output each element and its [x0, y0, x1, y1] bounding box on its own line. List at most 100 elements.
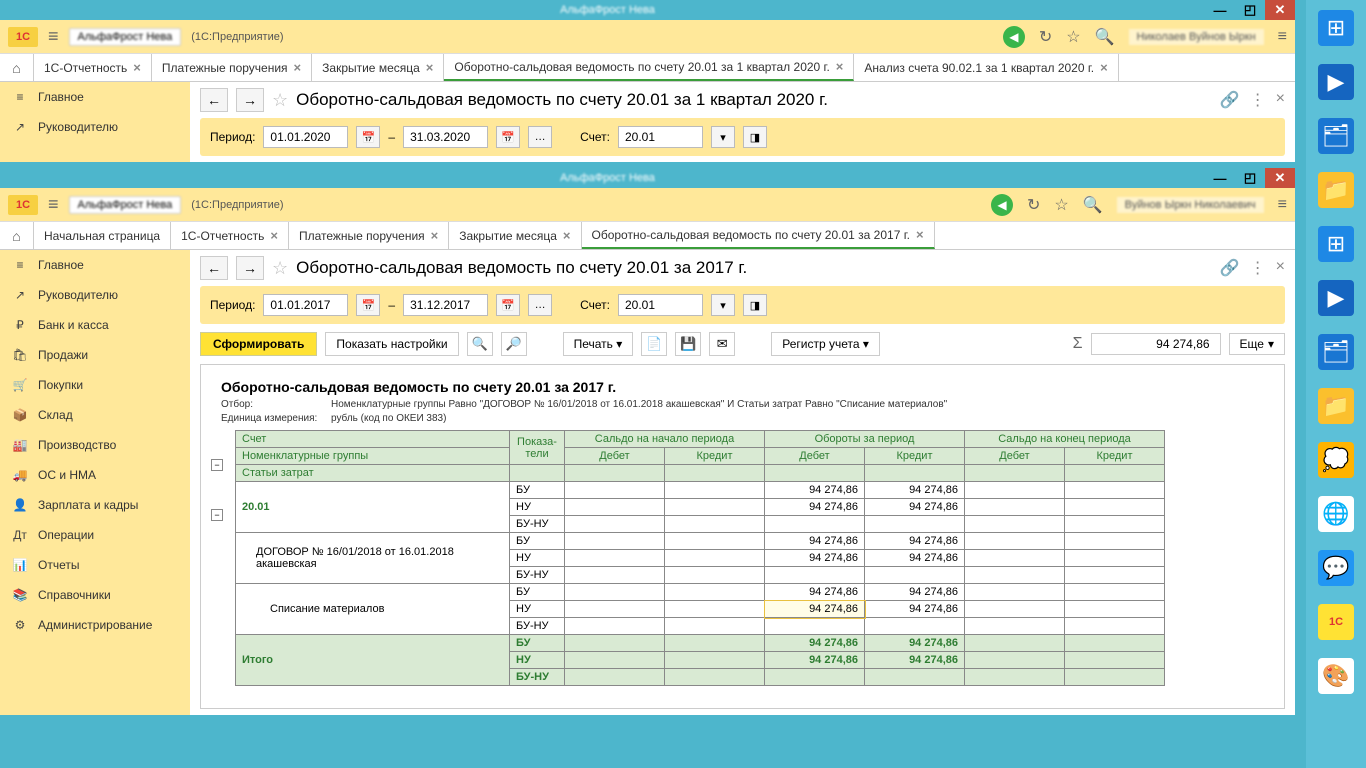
tab-active[interactable]: Оборотно-сальдовая ведомость по счету 20… — [444, 54, 854, 81]
link-icon[interactable]: 🔗 — [1220, 258, 1240, 278]
search-adv-icon[interactable]: 🔎 — [501, 332, 527, 356]
tab[interactable]: 1С-Отчетность× — [34, 54, 152, 81]
open-icon[interactable]: ◨ — [743, 126, 767, 148]
period-select-button[interactable]: … — [528, 126, 552, 148]
org-name[interactable]: АльфаФрост Нева — [69, 28, 182, 46]
more-icon[interactable]: ⋮ — [1250, 90, 1266, 110]
sidebar-item[interactable]: ↗Руководителю — [0, 280, 190, 310]
search-icon[interactable]: 🔍 — [1095, 27, 1115, 47]
date-to-input[interactable]: 31.03.2020 — [403, 126, 488, 148]
desktop-icon[interactable]: 🗂 — [1318, 118, 1354, 154]
report-grid[interactable]: СчетПоказа- телиСальдо на начало периода… — [235, 430, 1165, 686]
date-from-input[interactable]: 01.01.2017 — [263, 294, 348, 316]
desktop-icon[interactable]: 🎨 — [1318, 658, 1354, 694]
tab[interactable]: Платежные поручения× — [289, 222, 449, 249]
nav-fwd-button[interactable]: → — [236, 88, 264, 112]
search-icon[interactable]: 🔍 — [467, 332, 493, 356]
menu-icon[interactable]: ≡ — [48, 194, 59, 215]
desktop-icon[interactable]: ▶ — [1318, 280, 1354, 316]
user-name[interactable]: Вуйнов Ыркн Николаевич — [1117, 197, 1264, 213]
sidebar-item-main[interactable]: ≡Главное — [0, 82, 190, 112]
dropdown-icon[interactable]: ▾ — [711, 126, 735, 148]
close-icon[interactable]: × — [426, 60, 434, 75]
sidebar-item[interactable]: 🛍Продажи — [0, 340, 190, 370]
calendar-icon[interactable]: 📅 — [496, 294, 520, 316]
tree-collapse-icon[interactable]: − — [211, 459, 223, 471]
titlebar[interactable]: АльфаФрост Нева — ◰ ✕ — [0, 0, 1295, 20]
sidebar-item-manager[interactable]: ↗Руководителю — [0, 112, 190, 142]
close-button[interactable]: ✕ — [1265, 0, 1295, 20]
desktop-icon[interactable]: 📁 — [1318, 388, 1354, 424]
sidebar-item[interactable]: ₽Банк и касса — [0, 310, 190, 340]
account-input[interactable]: 20.01 — [618, 126, 703, 148]
bell-icon[interactable]: ◀ — [1003, 26, 1025, 48]
nav-fwd-button[interactable]: → — [236, 256, 264, 280]
sidebar-item[interactable]: ДтОперации — [0, 520, 190, 550]
print-button[interactable]: Печать ▾ — [563, 332, 634, 356]
minimize-button[interactable]: — — [1205, 0, 1235, 20]
calendar-icon[interactable]: 📅 — [496, 126, 520, 148]
close-button[interactable]: ✕ — [1265, 168, 1295, 188]
sidebar-item[interactable]: 📚Справочники — [0, 580, 190, 610]
close-icon[interactable]: × — [836, 59, 844, 74]
close-icon[interactable]: × — [1100, 60, 1108, 75]
link-icon[interactable]: 🔗 — [1220, 90, 1240, 110]
maximize-button[interactable]: ◰ — [1235, 0, 1265, 20]
save-icon[interactable]: 💾 — [675, 332, 701, 356]
sidebar-item[interactable]: 📦Склад — [0, 400, 190, 430]
home-tab[interactable]: ⌂ — [0, 222, 34, 249]
desktop-icon[interactable]: ▶ — [1318, 64, 1354, 100]
tab[interactable]: Закрытие месяца× — [449, 222, 581, 249]
favorite-icon[interactable]: ☆ — [272, 258, 288, 279]
dropdown-icon[interactable]: ▾ — [711, 294, 735, 316]
star-icon[interactable]: ☆ — [1054, 195, 1068, 215]
desktop-icon[interactable]: 📁 — [1318, 172, 1354, 208]
desktop-icon[interactable]: ⊞ — [1318, 10, 1354, 46]
desktop-icon[interactable]: 🗂 — [1318, 334, 1354, 370]
close-icon[interactable]: × — [431, 228, 439, 243]
tab-start[interactable]: Начальная страница — [34, 222, 171, 249]
close-icon[interactable]: × — [1276, 258, 1285, 278]
mail-icon[interactable]: ✉ — [709, 332, 735, 356]
tab[interactable]: Анализ счета 90.02.1 за 1 квартал 2020 г… — [854, 54, 1118, 81]
calendar-icon[interactable]: 📅 — [356, 294, 380, 316]
tab[interactable]: Закрытие месяца× — [312, 54, 444, 81]
nav-back-button[interactable]: ← — [200, 256, 228, 280]
date-from-input[interactable]: 01.01.2020 — [263, 126, 348, 148]
star-icon[interactable]: ☆ — [1066, 27, 1080, 47]
minimize-button[interactable]: — — [1205, 168, 1235, 188]
register-button[interactable]: Регистр учета ▾ — [771, 332, 880, 356]
favorite-icon[interactable]: ☆ — [272, 90, 288, 111]
sum-icon[interactable]: Σ — [1073, 335, 1083, 353]
tab[interactable]: 1С-Отчетность× — [171, 222, 289, 249]
calendar-icon[interactable]: 📅 — [356, 126, 380, 148]
desktop-icon[interactable]: ⊞ — [1318, 226, 1354, 262]
menu-more-icon[interactable]: ≡ — [1278, 28, 1287, 46]
close-icon[interactable]: × — [563, 228, 571, 243]
sidebar-item[interactable]: 👤Зарплата и кадры — [0, 490, 190, 520]
search-icon[interactable]: 🔍 — [1083, 195, 1103, 215]
sidebar-item[interactable]: ⚙Администрирование — [0, 610, 190, 640]
nav-back-button[interactable]: ← — [200, 88, 228, 112]
date-to-input[interactable]: 31.12.2017 — [403, 294, 488, 316]
open-icon[interactable]: ◨ — [743, 294, 767, 316]
more-icon[interactable]: ⋮ — [1250, 258, 1266, 278]
close-icon[interactable]: × — [133, 60, 141, 75]
bell-icon[interactable]: ◀ — [991, 194, 1013, 216]
desktop-icon[interactable]: 💭 — [1318, 442, 1354, 478]
sidebar-item[interactable]: 🚚ОС и НМА — [0, 460, 190, 490]
desktop-icon[interactable]: 1C — [1318, 604, 1354, 640]
close-icon[interactable]: × — [294, 60, 302, 75]
tab-active[interactable]: Оборотно-сальдовая ведомость по счету 20… — [582, 222, 935, 249]
close-icon[interactable]: × — [916, 227, 924, 242]
sidebar-item[interactable]: 🏭Производство — [0, 430, 190, 460]
titlebar[interactable]: АльфаФрост Нева — ◰ ✕ — [0, 168, 1295, 188]
generate-button[interactable]: Сформировать — [200, 332, 317, 356]
menu-more-icon[interactable]: ≡ — [1278, 196, 1287, 214]
tree-collapse-icon[interactable]: − — [211, 509, 223, 521]
org-name[interactable]: АльфаФрост Нева — [69, 196, 182, 214]
user-name[interactable]: Николаев Вуйнов Ыркн — [1129, 29, 1264, 45]
desktop-icon[interactable]: 🌐 — [1318, 496, 1354, 532]
tab[interactable]: Платежные поручения× — [152, 54, 312, 81]
desktop-icon[interactable]: 💬 — [1318, 550, 1354, 586]
